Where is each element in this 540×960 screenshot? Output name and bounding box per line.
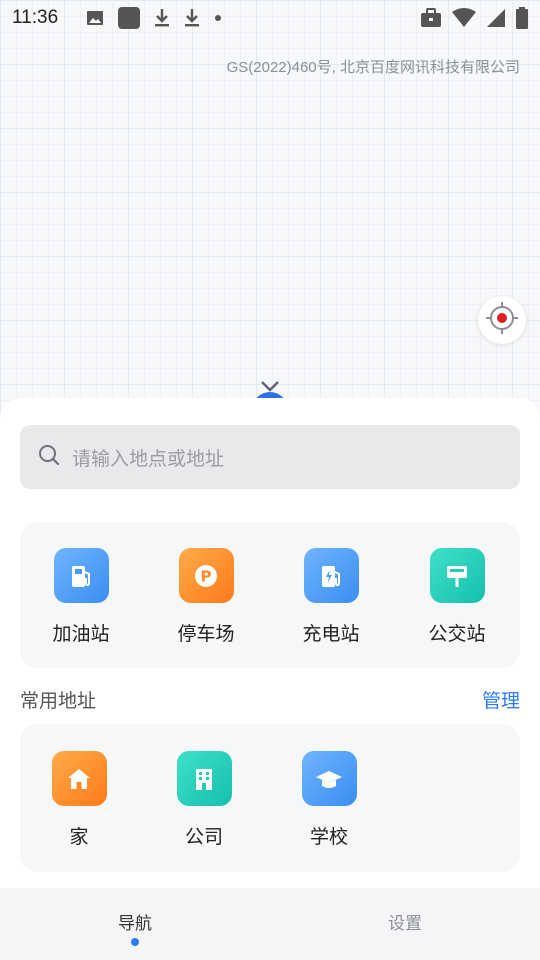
- favorite-school[interactable]: 学校: [274, 751, 384, 849]
- locate-crosshair-icon: [484, 300, 520, 340]
- svg-text:P: P: [201, 567, 212, 585]
- poi-bus-stop[interactable]: 公交站: [402, 548, 512, 646]
- home-icon: [51, 751, 107, 806]
- status-bar: 11:36: [0, 0, 540, 36]
- active-tab-indicator: [131, 938, 139, 946]
- poi-shortcuts-card: 加油站 P 停车场 充电站 公交站: [20, 522, 520, 668]
- poi-label: 加油站: [52, 623, 110, 645]
- poi-gas-station[interactable]: 加油站: [26, 548, 136, 646]
- gas-station-icon: [53, 548, 109, 603]
- favorites-title: 常用地址: [20, 690, 97, 712]
- search-placeholder: 请输入地点或地址: [72, 447, 225, 470]
- graduation-cap-icon: [301, 751, 357, 806]
- battery-icon: [516, 7, 528, 29]
- status-time: 11:36: [12, 7, 59, 28]
- download-icon: [184, 8, 200, 28]
- locate-button[interactable]: [478, 296, 526, 344]
- app-square-icon: [118, 7, 141, 29]
- favorites-card: 家 公司 学校: [20, 724, 520, 872]
- charging-station-icon: [303, 548, 359, 603]
- download-icon: [154, 8, 170, 28]
- image-icon: [86, 10, 104, 26]
- tab-label: 设置: [388, 913, 422, 934]
- bottom-sheet: 请输入地点或地址 加油站 P 停车场 充电站 公交站 常用地址 管理 家 公司 …: [0, 398, 540, 888]
- favorite-home[interactable]: 家: [24, 751, 134, 849]
- search-input[interactable]: 请输入地点或地址: [20, 425, 520, 489]
- poi-charging-station[interactable]: 充电站: [276, 548, 386, 646]
- wifi-icon: [452, 8, 476, 28]
- search-icon: [38, 444, 60, 470]
- parking-icon: P: [178, 548, 234, 603]
- poi-label: 公交站: [428, 623, 486, 645]
- favorite-office[interactable]: 公司: [149, 751, 259, 849]
- poi-label: 停车场: [177, 623, 235, 645]
- bottom-navigation: 导航 设置: [0, 888, 540, 960]
- bus-stop-icon: [429, 548, 485, 603]
- dot-icon: [214, 14, 222, 22]
- favorite-label: 公司: [184, 826, 223, 848]
- briefcase-icon: [420, 8, 442, 28]
- map-copyright: GS(2022)460号, 北京百度网讯科技有限公司: [226, 59, 520, 76]
- signal-icon: [486, 8, 506, 28]
- tab-label: 导航: [118, 913, 152, 934]
- tab-settings[interactable]: 设置: [270, 888, 540, 960]
- favorite-label: 学校: [309, 826, 348, 848]
- tab-navigation[interactable]: 导航: [0, 888, 270, 960]
- favorite-label: 家: [69, 826, 89, 848]
- poi-label: 充电站: [302, 623, 360, 645]
- office-building-icon: [176, 751, 232, 806]
- manage-button[interactable]: 管理: [482, 686, 520, 713]
- poi-parking[interactable]: P 停车场: [151, 548, 261, 646]
